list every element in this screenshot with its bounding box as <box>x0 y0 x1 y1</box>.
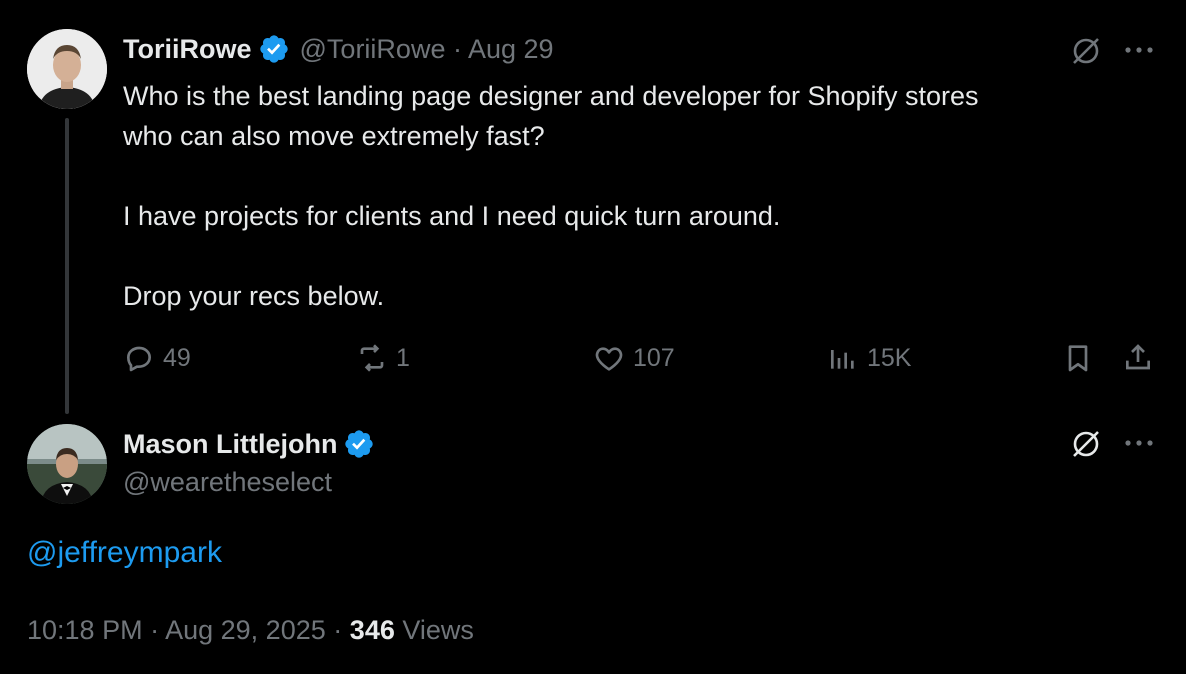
author-name[interactable]: ToriiRowe <box>123 34 252 65</box>
views-icon <box>831 350 854 369</box>
reply-button[interactable]: 49 <box>123 342 191 374</box>
tweet-text: Who is the best landing page designer an… <box>123 81 979 311</box>
avatar-toriirowe[interactable] <box>27 29 107 109</box>
reply-author-handle[interactable]: @wearetheselect <box>123 467 332 498</box>
avatar-mason-littlejohn[interactable] <box>27 424 107 504</box>
tweet-time[interactable]: 10:18 PM <box>27 615 143 645</box>
like-icon <box>595 347 623 371</box>
tweet-header: ToriiRowe @ToriiRowe · Aug 29 <box>123 33 554 65</box>
thread-connector-line <box>65 118 69 414</box>
separator-dot: · <box>452 33 462 64</box>
grok-icon[interactable] <box>1069 427 1103 466</box>
reply-header: Mason Littlejohn <box>123 428 375 460</box>
repost-button[interactable]: 1 <box>356 342 410 374</box>
tweet-meta-footer: 10:18 PM · Aug 29, 2025 · 346 Views <box>27 615 474 646</box>
mention-link[interactable]: @jeffreympark <box>27 536 222 570</box>
views-button[interactable]: 15K <box>827 342 911 374</box>
reply-author-name[interactable]: Mason Littlejohn <box>123 429 337 460</box>
verified-badge-icon <box>259 35 288 63</box>
author-handle[interactable]: @ToriiRowe <box>300 34 446 64</box>
grok-icon[interactable] <box>1069 34 1103 73</box>
more-options-icon[interactable] <box>1122 38 1156 67</box>
like-count: 107 <box>633 343 675 372</box>
reply-count: 49 <box>163 343 191 372</box>
like-button[interactable]: 107 <box>593 342 675 374</box>
tweet-full-date[interactable]: Aug 29, 2025 <box>165 615 326 645</box>
bookmark-button[interactable] <box>1062 342 1094 374</box>
repost-count: 1 <box>396 343 410 372</box>
reply-icon <box>127 346 151 372</box>
views-label: Views <box>402 615 474 645</box>
views-count[interactable]: 346 <box>350 615 395 645</box>
verified-badge-icon <box>345 430 374 458</box>
tweet-date[interactable]: Aug 29 <box>468 34 554 64</box>
bookmark-icon <box>1068 345 1088 372</box>
separator-dot: · <box>333 615 343 645</box>
separator-dot: · <box>150 615 160 645</box>
repost-icon <box>360 344 384 372</box>
views-count: 15K <box>867 343 912 372</box>
share-button[interactable] <box>1122 342 1154 374</box>
share-icon <box>1126 344 1150 370</box>
more-options-icon[interactable] <box>1122 431 1156 460</box>
